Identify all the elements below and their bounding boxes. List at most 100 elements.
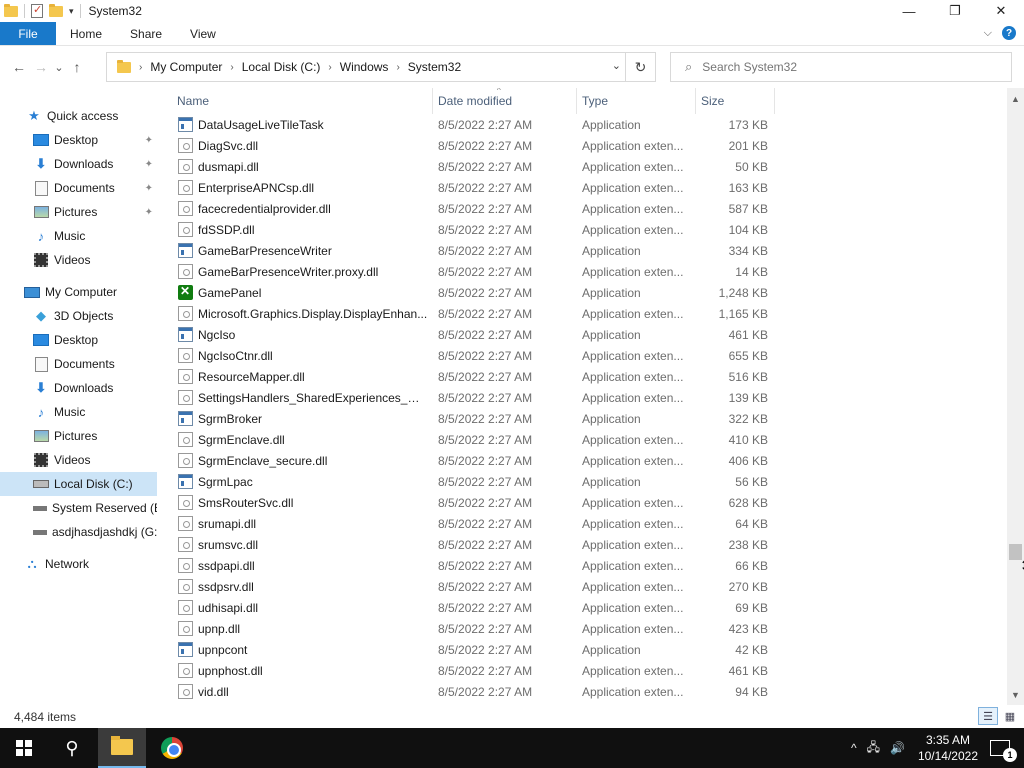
table-row[interactable]: dusmapi.dll 8/5/2022 2:27 AM Application e… [157, 156, 777, 177]
table-row[interactable]: DataUsageLiveTileTask 8/5/2022 2:27 AM App… [157, 114, 777, 135]
table-row[interactable]: upnphost.dll 8/5/2022 2:27 AM Application … [157, 660, 777, 681]
file-date-modified: 8/5/2022 2:27 AM [438, 327, 533, 342]
breadcrumb-my-computer[interactable]: My Computer [150, 60, 222, 74]
breadcrumb-separator[interactable]: › [328, 62, 331, 73]
table-row[interactable]: ResourceMapper.dll 8/5/2022 2:27 AM Applic… [157, 366, 777, 387]
table-row[interactable]: upnp.dll 8/5/2022 2:27 AM Application exte… [157, 618, 777, 639]
sidebar-item-pc-pictures[interactable]: Pictures [0, 424, 157, 448]
forward-button[interactable]: → [30, 56, 52, 78]
table-row[interactable]: SgrmLpac 8/5/2022 2:27 AM Application 56 KB [157, 471, 777, 492]
sidebar-item-downloads[interactable]: ⬇ Downloads ✦ [0, 152, 157, 176]
sidebar-item-pc-videos[interactable]: Videos [0, 448, 157, 472]
breadcrumb-local-disk[interactable]: Local Disk (C:) [242, 60, 321, 74]
table-row[interactable]: GamePanel 8/5/2022 2:27 AM Application 1,24… [157, 282, 777, 303]
sidebar-item-system-reserved[interactable]: System Reserved (E: [0, 496, 157, 520]
table-row[interactable]: SmsRouterSvc.dll 8/5/2022 2:27 AM Applicat… [157, 492, 777, 513]
properties-icon[interactable] [31, 3, 43, 18]
file-type: Application [582, 642, 641, 657]
table-row[interactable]: EnterpriseAPNCsp.dll 8/5/2022 2:27 AM Appl… [157, 177, 777, 198]
table-row[interactable]: fdSSDP.dll 8/5/2022 2:27 AM Application ex… [157, 219, 777, 240]
column-header-type[interactable]: Type [576, 88, 696, 114]
address-dropdown-icon[interactable]: ⌄ [612, 59, 621, 72]
new-folder-icon[interactable] [49, 3, 63, 17]
table-row[interactable]: DiagSvc.dll 8/5/2022 2:27 AM Application e… [157, 135, 777, 156]
help-icon[interactable]: ? [1002, 26, 1016, 40]
sidebar-item-music[interactable]: ♪ Music [0, 224, 157, 248]
sidebar-item-pc-downloads[interactable]: ⬇ Downloads [0, 376, 157, 400]
sidebar-item-documents[interactable]: Documents ✦ [0, 176, 157, 200]
table-row[interactable]: GameBarPresenceWriter 8/5/2022 2:27 AM App… [157, 240, 777, 261]
table-row[interactable]: upnpcont 8/5/2022 2:27 AM Application 42 KB [157, 639, 777, 660]
table-row[interactable]: Microsoft.Graphics.Display.DisplayEnhan.… [157, 303, 777, 324]
refresh-button[interactable]: ↻ [625, 53, 655, 81]
sidebar-item-network[interactable]: ⛬ Network [0, 552, 157, 576]
table-row[interactable]: SettingsHandlers_SharedExperiences_Ro...… [157, 387, 777, 408]
search-taskbar-button[interactable]: ⚲ [48, 728, 96, 768]
large-icons-view-button[interactable]: ▦ [1000, 707, 1020, 725]
file-size: 461 KB [728, 663, 768, 678]
details-view-button[interactable]: ☰ [978, 707, 998, 725]
notification-center-icon[interactable]: 1 [990, 740, 1017, 762]
column-header-name[interactable]: Name [171, 88, 433, 114]
table-row[interactable]: srumsvc.dll 8/5/2022 2:27 AM Application e… [157, 534, 777, 555]
sidebar-item-quick-access[interactable]: ★ Quick access [0, 104, 157, 128]
column-header-size[interactable]: Size [695, 88, 775, 114]
sidebar-item-my-computer[interactable]: My Computer [0, 280, 157, 304]
table-row[interactable]: NgcIsoCtnr.dll 8/5/2022 2:27 AM Applicatio… [157, 345, 777, 366]
table-row[interactable]: ssdpapi.dll 8/5/2022 2:27 AM Application e… [157, 555, 777, 576]
table-row[interactable]: SgrmEnclave_secure.dll 8/5/2022 2:27 AM Ap… [157, 450, 777, 471]
table-row[interactable]: facecredentialprovider.dll 8/5/2022 2:27 … [157, 198, 777, 219]
file-type: Application exten... [582, 600, 684, 615]
sidebar-item-3d-objects[interactable]: ◆ 3D Objects [0, 304, 157, 328]
start-button[interactable] [0, 728, 48, 768]
up-button[interactable]: ↑ [66, 56, 88, 78]
breadcrumb-system32[interactable]: System32 [408, 60, 461, 74]
breadcrumb-separator[interactable]: › [396, 62, 399, 73]
table-row[interactable]: SgrmEnclave.dll 8/5/2022 2:27 AM Applicati… [157, 429, 777, 450]
table-row[interactable]: udhisapi.dll 8/5/2022 2:27 AM Application … [157, 597, 777, 618]
expand-ribbon-icon[interactable]: ⌵ [984, 27, 992, 40]
file-explorer-taskbar-button[interactable] [98, 728, 146, 768]
table-row[interactable]: GameBarPresenceWriter.proxy.dll 8/5/2022 … [157, 261, 777, 282]
chrome-taskbar-button[interactable] [148, 728, 196, 768]
application-icon [178, 117, 193, 132]
sidebar-item-drive-g[interactable]: asdjhasdjashdkj (G:) [0, 520, 157, 544]
vertical-scrollbar[interactable]: ▲ ▼ [1007, 88, 1024, 705]
clock[interactable]: 3:35 AM 10/14/2022 [918, 732, 978, 764]
customize-toolbar-caret-icon[interactable]: ▾ [69, 6, 74, 17]
network-icon[interactable]: 🖧 [867, 738, 880, 759]
tab-share[interactable]: Share [116, 22, 176, 45]
sidebar-item-local-disk[interactable]: Local Disk (C:) [0, 472, 157, 496]
table-row[interactable]: ssdpsrv.dll 8/5/2022 2:27 AM Application e… [157, 576, 777, 597]
file-type: Application exten... [582, 558, 684, 573]
breadcrumb-windows[interactable]: Windows [340, 60, 389, 74]
recent-locations-button[interactable]: ⌄ [52, 56, 66, 78]
volume-icon[interactable]: 🔊 [890, 741, 905, 755]
close-button[interactable]: ✕ [978, 0, 1024, 22]
address-bar[interactable]: › My Computer › Local Disk (C:) › Window… [106, 52, 656, 82]
sidebar-item-pc-desktop[interactable]: Desktop [0, 328, 157, 352]
table-row[interactable]: NgcIso 8/5/2022 2:27 AM Application 461 KB [157, 324, 777, 345]
sidebar-item-pictures[interactable]: Pictures ✦ [0, 200, 157, 224]
show-hidden-icons-button[interactable]: ^ [851, 741, 857, 755]
table-row[interactable]: SgrmBroker 8/5/2022 2:27 AM Application 322… [157, 408, 777, 429]
sidebar-item-pc-documents[interactable]: Documents [0, 352, 157, 376]
scroll-up-button[interactable]: ▲ [1007, 90, 1024, 107]
sidebar-item-pc-music[interactable]: ♪ Music [0, 400, 157, 424]
tab-file[interactable]: File [0, 22, 56, 45]
back-button[interactable]: ← [8, 56, 30, 78]
table-row[interactable]: vid.dll 8/5/2022 2:27 AM Application exten… [157, 681, 777, 702]
column-header-date[interactable]: Date modified [432, 88, 577, 114]
scroll-down-button[interactable]: ▼ [1007, 686, 1024, 703]
sidebar-item-desktop[interactable]: Desktop ✦ [0, 128, 157, 152]
breadcrumb-separator[interactable]: › [230, 62, 233, 73]
maximize-button[interactable]: ❐ [932, 0, 978, 22]
search-input[interactable] [702, 60, 983, 74]
tab-view[interactable]: View [176, 22, 230, 45]
search-box[interactable]: ⌕ [670, 52, 1012, 82]
table-row[interactable]: srumapi.dll 8/5/2022 2:27 AM Application e… [157, 513, 777, 534]
sidebar-item-videos[interactable]: Videos [0, 248, 157, 272]
tab-home[interactable]: Home [56, 22, 116, 45]
minimize-button[interactable]: — [886, 0, 932, 22]
file-size: 270 KB [728, 579, 768, 594]
